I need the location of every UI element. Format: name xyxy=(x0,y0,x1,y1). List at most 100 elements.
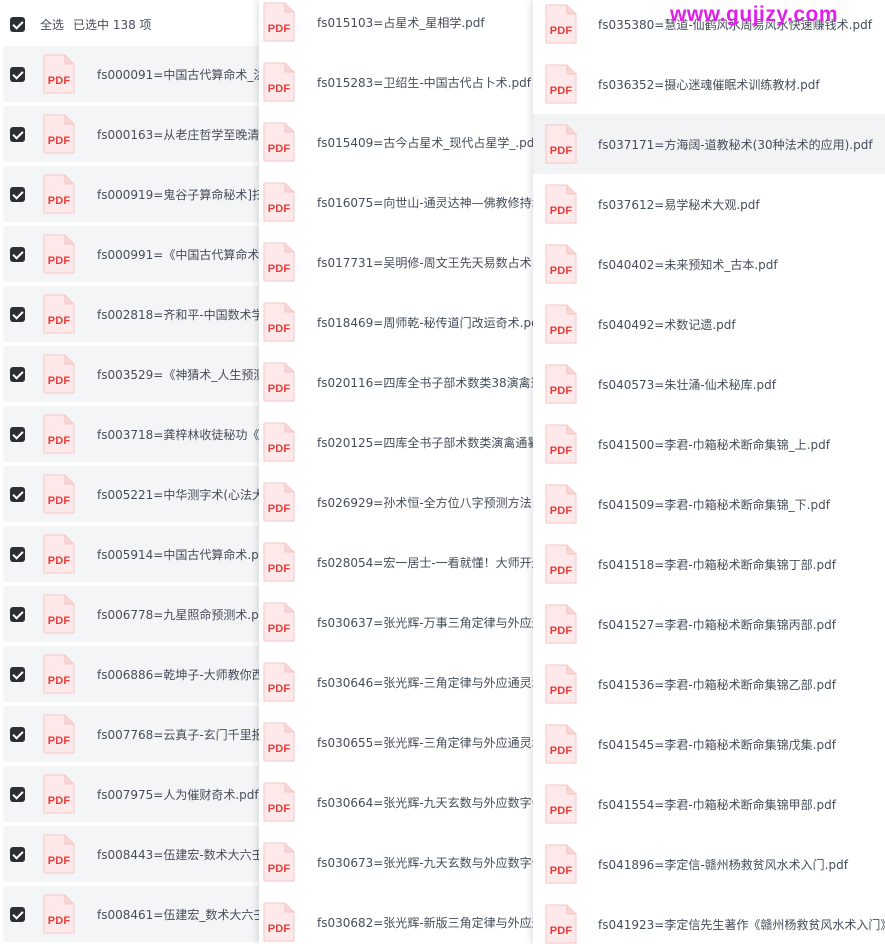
file-name[interactable]: fs040402=未来预知术_古本.pdf xyxy=(598,256,778,273)
file-name[interactable]: fs005914=中国古代算命术.pdf xyxy=(97,546,262,563)
file-name[interactable]: fs006778=九星照命预测术.pdf xyxy=(97,606,262,623)
file-name[interactable]: fs015283=卫绍生-中国古代占卜术.pdf xyxy=(317,74,531,91)
file-name[interactable]: fs041554=李君-巾箱秘术断命集锦甲部.pdf xyxy=(598,796,836,813)
file-row[interactable]: PDF fs041518=李君-巾箱秘术断命集锦丁部.pdf xyxy=(533,534,885,594)
file-row[interactable]: PDF fs018469=周师乾-秘传道门改运奇术.pdf xyxy=(259,292,537,352)
file-row-checkbox[interactable] xyxy=(10,126,25,142)
file-name[interactable]: fs041518=李君-巾箱秘术断命集锦丁部.pdf xyxy=(598,556,836,573)
file-row-checkbox[interactable] xyxy=(10,846,25,862)
file-name[interactable]: fs028054=宏一居士-一看就懂！大师开运 xyxy=(317,554,537,571)
file-name[interactable]: fs018469=周师乾-秘传道门改运奇术.pdf xyxy=(317,314,537,331)
file-name[interactable]: fs000991=《中国古代算命术》 xyxy=(97,246,262,263)
file-name[interactable]: fs003529=《神猜术_人生预测 xyxy=(97,366,262,383)
file-row[interactable]: PDF fs040492=术数记遗.pdf xyxy=(533,294,885,354)
file-name[interactable]: fs020125=四库全书子部术数类演禽通纂 xyxy=(317,434,537,451)
file-row[interactable]: PDF fs028054=宏一居士-一看就懂！大师开运 xyxy=(259,532,537,592)
file-name[interactable]: fs015409=古今占星术_现代占星学_.pdf xyxy=(317,134,537,151)
file-row-checkbox[interactable] xyxy=(10,186,25,202)
file-row[interactable]: PDF fs040402=未来预知术_古本.pdf xyxy=(533,234,885,294)
select-all-label[interactable]: 全选 xyxy=(40,16,64,33)
file-name[interactable]: fs003718=龚梓林收徒秘功《秘 xyxy=(97,426,262,443)
file-row[interactable]: PDF fs006778=九星照命预测术.pdf xyxy=(3,586,262,642)
file-row[interactable]: PDF fs003718=龚梓林收徒秘功《秘 xyxy=(3,406,262,462)
file-name[interactable]: fs030682=张光辉-新版三角定律与外应通 xyxy=(317,914,537,931)
file-name[interactable]: fs005221=中华测字术(心法大 xyxy=(97,486,262,503)
select-all-checkbox[interactable] xyxy=(10,16,25,32)
file-row[interactable]: PDF fs015283=卫绍生-中国古代占卜术.pdf xyxy=(259,52,537,112)
file-row-checkbox[interactable] xyxy=(10,426,25,442)
file-row[interactable]: PDF fs005914=中国古代算命术.pdf xyxy=(3,526,262,582)
file-row[interactable]: PDF fs026929=孙术恒-全方位八字预测方法.p xyxy=(259,472,537,532)
file-row[interactable]: PDF fs002818=齐和平-中国数术学 xyxy=(3,286,262,342)
file-row[interactable]: PDF fs041545=李君-巾箱秘术断命集锦戊集.pdf xyxy=(533,714,885,774)
file-name[interactable]: fs002818=齐和平-中国数术学 xyxy=(97,306,262,323)
file-row[interactable]: PDF fs008461=伍建宏_数术大六壬 xyxy=(3,886,262,942)
file-name[interactable]: fs030664=张光辉-九天玄数与外应数字化 xyxy=(317,794,537,811)
file-row[interactable]: PDF fs015409=古今占星术_现代占星学_.pdf xyxy=(259,112,537,172)
file-name[interactable]: fs041527=李君-巾箱秘术断命集锦丙部.pdf xyxy=(598,616,836,633)
file-name[interactable]: fs020116=四库全书子部术数类38演禽通 xyxy=(317,374,537,391)
file-row[interactable]: PDF fs000991=《中国古代算命术》 xyxy=(3,226,262,282)
file-name[interactable]: fs016075=向世山-通灵达神—佛教修持术 xyxy=(317,194,537,211)
file-row[interactable]: PDF fs007768=云真子-玄门千里报 xyxy=(3,706,262,762)
file-name[interactable]: fs030646=张光辉-三角定律与外应通灵术 xyxy=(317,674,537,691)
file-row-checkbox[interactable] xyxy=(10,246,25,262)
file-row[interactable]: PDF fs041509=李君-巾箱秘术断命集锦_下.pdf xyxy=(533,474,885,534)
file-row[interactable]: PDF fs005221=中华测字术(心法大 xyxy=(3,466,262,522)
file-row[interactable]: PDF fs041923=李定信先生著作《赣州杨救贫风水术入门》 xyxy=(533,894,885,944)
file-row[interactable]: PDF fs017731=吴明修-周文王先天易数占术.p xyxy=(259,232,537,292)
file-name[interactable]: fs007975=人为催财奇术.pdf xyxy=(97,786,259,803)
file-row[interactable]: PDF fs041527=李君-巾箱秘术断命集锦丙部.pdf xyxy=(533,594,885,654)
file-row[interactable]: PDF fs000163=从老庄哲学至晚清方 xyxy=(3,106,262,162)
file-name[interactable]: fs041545=李君-巾箱秘术断命集锦戊集.pdf xyxy=(598,736,836,753)
file-name[interactable]: fs037171=方海阔-道教秘术(30种法术的应用).pdf xyxy=(598,136,873,153)
file-name[interactable]: fs030655=张光辉-三角定律与外应通灵术 xyxy=(317,734,537,751)
file-row[interactable]: PDF fs030655=张光辉-三角定律与外应通灵术 xyxy=(259,712,537,772)
file-row-checkbox[interactable] xyxy=(10,666,25,682)
file-row-checkbox[interactable] xyxy=(10,786,25,802)
file-row[interactable]: PDF fs037171=方海阔-道教秘术(30种法术的应用).pdf xyxy=(533,114,885,174)
file-row[interactable]: PDF fs007975=人为催财奇术.pdf xyxy=(3,766,262,822)
file-name[interactable]: fs036352=摄心迷魂催眠术训练教材.pdf xyxy=(598,76,820,93)
file-row[interactable]: PDF fs041500=李君-巾箱秘术断命集锦_上.pdf xyxy=(533,414,885,474)
file-name[interactable]: fs040492=术数记遗.pdf xyxy=(598,316,736,333)
file-name[interactable]: fs008461=伍建宏_数术大六壬 xyxy=(97,906,262,923)
file-name[interactable]: fs041923=李定信先生著作《赣州杨救贫风水术入门》 xyxy=(598,916,885,933)
file-row[interactable]: PDF fs008443=伍建宏-数术大六壬 xyxy=(3,826,262,882)
file-name[interactable]: fs030637=张光辉-万事三角定律与外应通 xyxy=(317,614,537,631)
file-row[interactable]: PDF fs030673=张光辉-九天玄数与外应数字化 xyxy=(259,832,537,892)
file-name[interactable]: fs000163=从老庄哲学至晚清方 xyxy=(97,126,262,143)
file-name[interactable]: fs041509=李君-巾箱秘术断命集锦_下.pdf xyxy=(598,496,830,513)
file-row-checkbox[interactable] xyxy=(10,306,25,322)
file-name[interactable]: fs041500=李君-巾箱秘术断命集锦_上.pdf xyxy=(598,436,830,453)
file-row[interactable]: PDF fs036352=摄心迷魂催眠术训练教材.pdf xyxy=(533,54,885,114)
file-name[interactable]: fs007768=云真子-玄门千里报 xyxy=(97,726,262,743)
file-name[interactable]: fs030673=张光辉-九天玄数与外应数字化 xyxy=(317,854,537,871)
file-row-checkbox[interactable] xyxy=(10,366,25,382)
file-row[interactable]: PDF fs041896=李定信-赣州杨救贫风水术入门.pdf xyxy=(533,834,885,894)
file-row[interactable]: PDF fs030637=张光辉-万事三角定律与外应通 xyxy=(259,592,537,652)
file-row[interactable]: PDF fs016075=向世山-通灵达神—佛教修持术 xyxy=(259,172,537,232)
file-name[interactable]: fs040573=朱壮涌-仙术秘库.pdf xyxy=(598,376,776,393)
file-row-checkbox[interactable] xyxy=(10,66,25,82)
file-row[interactable]: PDF fs015103=占星术_星相学.pdf xyxy=(259,0,537,52)
file-name[interactable]: fs017731=吴明修-周文王先天易数占术.p xyxy=(317,254,537,271)
file-row-checkbox[interactable] xyxy=(10,726,25,742)
file-row-checkbox[interactable] xyxy=(10,546,25,562)
file-row[interactable]: PDF fs006886=乾坤子-大师教你西 xyxy=(3,646,262,702)
file-name[interactable]: fs006886=乾坤子-大师教你西 xyxy=(97,666,262,683)
file-row[interactable]: PDF fs030664=张光辉-九天玄数与外应数字化 xyxy=(259,772,537,832)
file-row[interactable]: PDF fs041536=李君-巾箱秘术断命集锦乙部.pdf xyxy=(533,654,885,714)
file-name[interactable]: fs000091=中国古代算命术_洪 xyxy=(97,66,262,83)
file-row[interactable]: PDF fs030682=张光辉-新版三角定律与外应通 xyxy=(259,892,537,944)
file-row[interactable]: PDF fs020116=四库全书子部术数类38演禽通 xyxy=(259,352,537,412)
file-name[interactable]: fs041536=李君-巾箱秘术断命集锦乙部.pdf xyxy=(598,676,836,693)
file-name[interactable]: fs008443=伍建宏-数术大六壬 xyxy=(97,846,262,863)
file-name[interactable]: fs041896=李定信-赣州杨救贫风水术入门.pdf xyxy=(598,856,848,873)
file-name[interactable]: fs037612=易学秘术大观.pdf xyxy=(598,196,760,213)
file-row[interactable]: PDF fs041554=李君-巾箱秘术断命集锦甲部.pdf xyxy=(533,774,885,834)
file-row[interactable]: PDF fs037612=易学秘术大观.pdf xyxy=(533,174,885,234)
file-row[interactable]: PDF fs040573=朱壮涌-仙术秘库.pdf xyxy=(533,354,885,414)
file-row-checkbox[interactable] xyxy=(10,486,25,502)
file-row-checkbox[interactable] xyxy=(10,906,25,922)
